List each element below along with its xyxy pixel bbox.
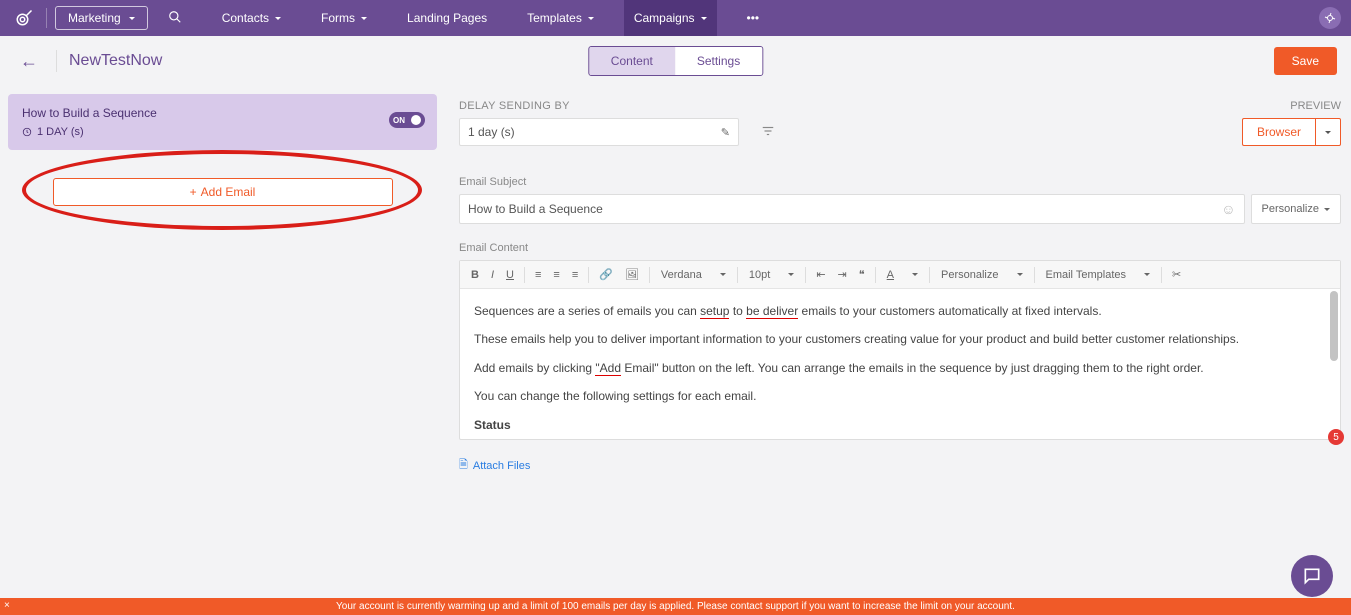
- edit-icon: ✎: [721, 126, 730, 139]
- email-editor: B I U ≡ ≡ ≡ 🔗 🖼 Verdana 10pt ⇤ ⇥ ❝ A: [459, 260, 1341, 440]
- delay-select[interactable]: 1 day (s) ✎: [459, 118, 739, 146]
- save-button[interactable]: Save: [1274, 47, 1337, 75]
- text-color-button[interactable]: A: [881, 267, 924, 283]
- error-count-badge[interactable]: 5: [1328, 429, 1344, 445]
- sequence-toggle[interactable]: ON: [389, 112, 425, 128]
- app-switcher[interactable]: Marketing: [55, 6, 148, 30]
- indent-right-button[interactable]: ⇥: [833, 265, 852, 284]
- editor-toolbar: B I U ≡ ≡ ≡ 🔗 🖼 Verdana 10pt ⇤ ⇥ ❝ A: [460, 261, 1340, 289]
- bold-button[interactable]: B: [466, 266, 484, 284]
- indent-left-button[interactable]: ⇤: [811, 265, 830, 284]
- close-icon[interactable]: ×: [4, 600, 10, 611]
- avatar[interactable]: [1319, 7, 1341, 29]
- divider: [56, 50, 57, 72]
- nav-campaigns[interactable]: Campaigns: [624, 0, 717, 36]
- quote-button[interactable]: ❝: [854, 265, 870, 284]
- content-settings-tabs: Content Settings: [588, 46, 763, 76]
- chevron-down-icon: [1324, 208, 1330, 211]
- emoji-icon[interactable]: ☺: [1221, 201, 1235, 217]
- main-nav: Contacts Forms Landing Pages Templates C…: [212, 0, 769, 36]
- sequence-delay: 1 DAY (s): [22, 126, 423, 138]
- image-button[interactable]: 🖼: [620, 265, 644, 284]
- plus-icon: +: [190, 185, 197, 199]
- left-pane: How to Build a Sequence 1 DAY (s) ON + A…: [0, 86, 445, 615]
- attach-files-link[interactable]: 🗎 Attach Files: [459, 456, 1341, 475]
- file-icon: 🗎: [459, 456, 468, 475]
- editor-body[interactable]: Sequences are a series of emails you can…: [460, 289, 1340, 439]
- cut-button[interactable]: ✂: [1167, 265, 1186, 284]
- align-left-button[interactable]: ≡: [530, 266, 546, 284]
- chevron-down-icon: [361, 17, 367, 20]
- footer-warning: × Your account is currently warming up a…: [0, 598, 1351, 615]
- tab-settings[interactable]: Settings: [675, 47, 762, 75]
- clock-icon: [22, 127, 32, 137]
- nav-templates[interactable]: Templates: [517, 0, 604, 36]
- chevron-down-icon: [701, 17, 707, 20]
- templates-select[interactable]: Email Templates: [1040, 267, 1157, 283]
- nav-landing-pages[interactable]: Landing Pages: [397, 0, 497, 36]
- subject-input-wrap: ☺: [459, 194, 1245, 224]
- nav-more[interactable]: •••: [737, 0, 770, 36]
- align-center-button[interactable]: ≡: [548, 266, 564, 284]
- nav-forms[interactable]: Forms: [311, 0, 377, 36]
- link-button[interactable]: 🔗: [594, 265, 618, 284]
- font-select[interactable]: Verdana: [655, 267, 732, 283]
- search-icon[interactable]: [168, 10, 182, 27]
- back-button[interactable]: ←: [14, 51, 44, 72]
- chevron-down-icon: [275, 17, 281, 20]
- personalize-button[interactable]: Personalize: [1251, 194, 1341, 224]
- toggle-knob: [411, 115, 421, 125]
- chevron-down-icon: [588, 17, 594, 20]
- divider: [46, 8, 47, 28]
- preview-label: PREVIEW: [1242, 100, 1341, 112]
- content-label: Email Content: [459, 242, 1341, 254]
- app-logo[interactable]: [10, 9, 38, 27]
- chevron-down-icon: [129, 17, 135, 20]
- italic-button[interactable]: I: [486, 266, 499, 284]
- filter-icon[interactable]: [761, 124, 775, 141]
- underline-button[interactable]: U: [501, 266, 519, 284]
- chat-button[interactable]: [1291, 555, 1333, 597]
- add-email-button[interactable]: + Add Email: [53, 178, 393, 206]
- size-select[interactable]: 10pt: [743, 267, 800, 283]
- topbar: Marketing Contacts Forms Landing Pages T…: [0, 0, 1351, 36]
- body: How to Build a Sequence 1 DAY (s) ON + A…: [0, 86, 1351, 615]
- chevron-down-icon: [1325, 131, 1331, 134]
- sequence-title: How to Build a Sequence: [22, 106, 423, 120]
- subject-label: Email Subject: [459, 176, 1341, 188]
- preview-dropdown[interactable]: [1315, 118, 1341, 146]
- tab-content[interactable]: Content: [589, 47, 675, 75]
- subject-input[interactable]: [468, 202, 1221, 216]
- right-pane: DELAY SENDING BY 1 day (s) ✎ PREVIEW Bro…: [445, 86, 1351, 615]
- page-header: ← NewTestNow Content Settings Save: [0, 36, 1351, 86]
- delay-label: DELAY SENDING BY: [459, 100, 739, 112]
- personalize-select[interactable]: Personalize: [935, 267, 1028, 283]
- sequence-card[interactable]: How to Build a Sequence 1 DAY (s) ON: [8, 94, 437, 150]
- app-switcher-label: Marketing: [68, 11, 121, 25]
- align-right-button[interactable]: ≡: [567, 266, 583, 284]
- page-title: NewTestNow: [69, 52, 162, 70]
- nav-contacts[interactable]: Contacts: [212, 0, 291, 36]
- preview-browser-button[interactable]: Browser: [1242, 118, 1315, 146]
- scrollbar[interactable]: [1330, 291, 1338, 361]
